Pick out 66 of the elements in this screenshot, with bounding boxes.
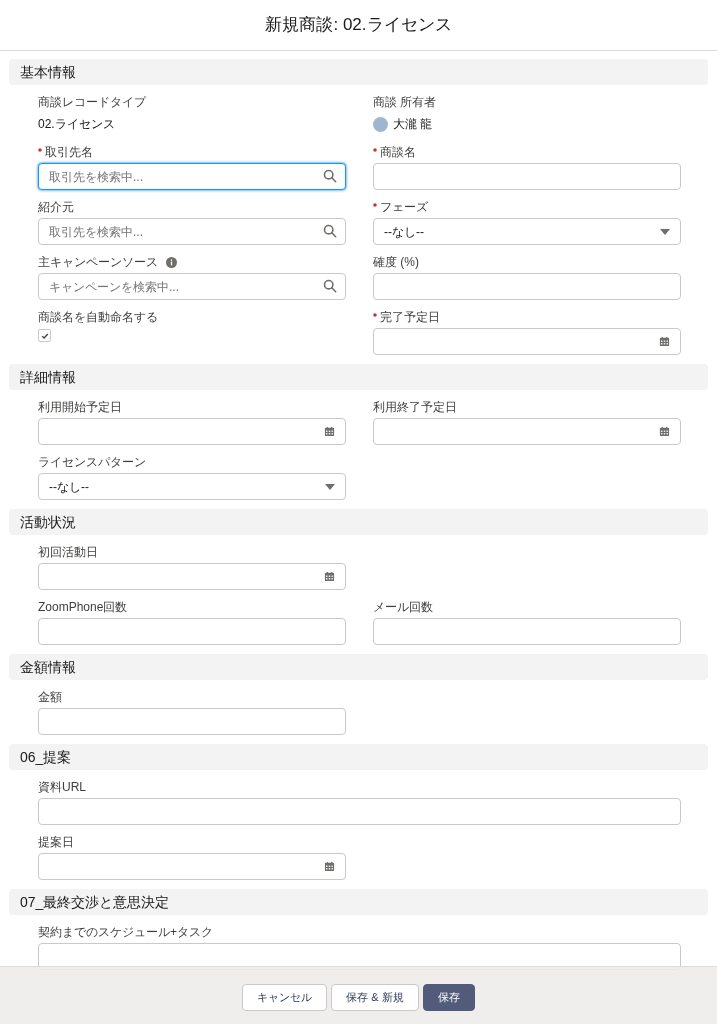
footer-button[interactable]: 保存 & 新規 (331, 984, 419, 1011)
avatar-icon (373, 116, 388, 132)
date-field[interactable] (373, 418, 681, 445)
field-label: 利用終了予定日 (373, 399, 457, 416)
owner-name[interactable]: 大瀧 龍 (393, 115, 433, 133)
field-label: 商談名を自動命名する (38, 309, 158, 326)
field-value: 02.ライセンス (38, 116, 116, 133)
caret-icon (660, 228, 670, 235)
field-label: 確度 (%) (373, 254, 419, 271)
section-header: 活動状況 (9, 509, 708, 535)
input-field[interactable] (38, 798, 681, 825)
date-field[interactable] (373, 328, 681, 355)
search-icon (323, 224, 337, 238)
dropdown-field[interactable]: --なし-- (373, 218, 681, 245)
field-label: 商談 所有者 (373, 94, 437, 111)
section-header: 詳細情報 (9, 364, 708, 390)
check-icon (40, 331, 49, 340)
search-field[interactable]: 取引先を検索中... (38, 218, 346, 245)
calendar-icon (324, 861, 335, 872)
dropdown-field[interactable]: --なし-- (38, 473, 346, 500)
date-field[interactable] (38, 563, 346, 590)
field-label: 紹介元 (38, 199, 74, 216)
required-icon (373, 203, 377, 207)
info-icon[interactable] (166, 256, 177, 268)
field-label: 商談レコードタイプ (38, 94, 146, 111)
field-label: 主キャンペーンソース (38, 254, 158, 271)
field-label: ZoomPhone回数 (38, 599, 128, 616)
search-field[interactable]: 取引先を検索中... (38, 163, 346, 190)
search-field[interactable]: キャンペーンを検索中... (38, 273, 346, 300)
calendar-icon (324, 426, 335, 437)
save-button[interactable]: 保存 (422, 984, 475, 1011)
field-label: 利用開始予定日 (38, 399, 122, 416)
input-field[interactable] (38, 708, 346, 735)
date-field[interactable] (38, 418, 346, 445)
modal-title: 新規商談: 02.ライセンス (265, 14, 452, 37)
field-label: 提案日 (38, 834, 74, 851)
footer-button[interactable]: キャンセル (242, 984, 328, 1011)
required-icon (38, 148, 42, 152)
section-header: 金額情報 (9, 654, 708, 680)
calendar-icon (659, 336, 670, 347)
section-header: 07_最終交渉と意思決定 (9, 889, 708, 915)
date-field[interactable] (38, 853, 346, 880)
field-label: 資料URL (38, 779, 86, 796)
calendar-icon (324, 571, 335, 582)
field-label: 完了予定日 (380, 309, 440, 326)
field-label: ライセンスパターン (38, 454, 146, 471)
field-label: 商談名 (380, 144, 416, 161)
calendar-icon (659, 426, 670, 437)
search-icon (323, 279, 337, 293)
field-label: メール回数 (373, 599, 433, 616)
field-label: 初回活動日 (38, 544, 98, 561)
field-label: 金額 (38, 689, 62, 706)
input-field[interactable] (373, 273, 681, 300)
caret-icon (325, 483, 335, 490)
input-field[interactable] (373, 163, 681, 190)
required-icon (373, 148, 377, 152)
search-icon (323, 169, 337, 183)
section-header: 06_提案 (9, 744, 708, 770)
section-header: 基本情報 (9, 59, 708, 85)
input-field[interactable] (38, 618, 346, 645)
field-label: 取引先名 (45, 144, 93, 161)
field-label: フェーズ (380, 199, 428, 216)
field-label: 契約までのスケジュール+タスク (38, 924, 213, 941)
input-field[interactable] (373, 618, 681, 645)
checkbox[interactable] (38, 329, 51, 342)
required-icon (373, 313, 377, 317)
